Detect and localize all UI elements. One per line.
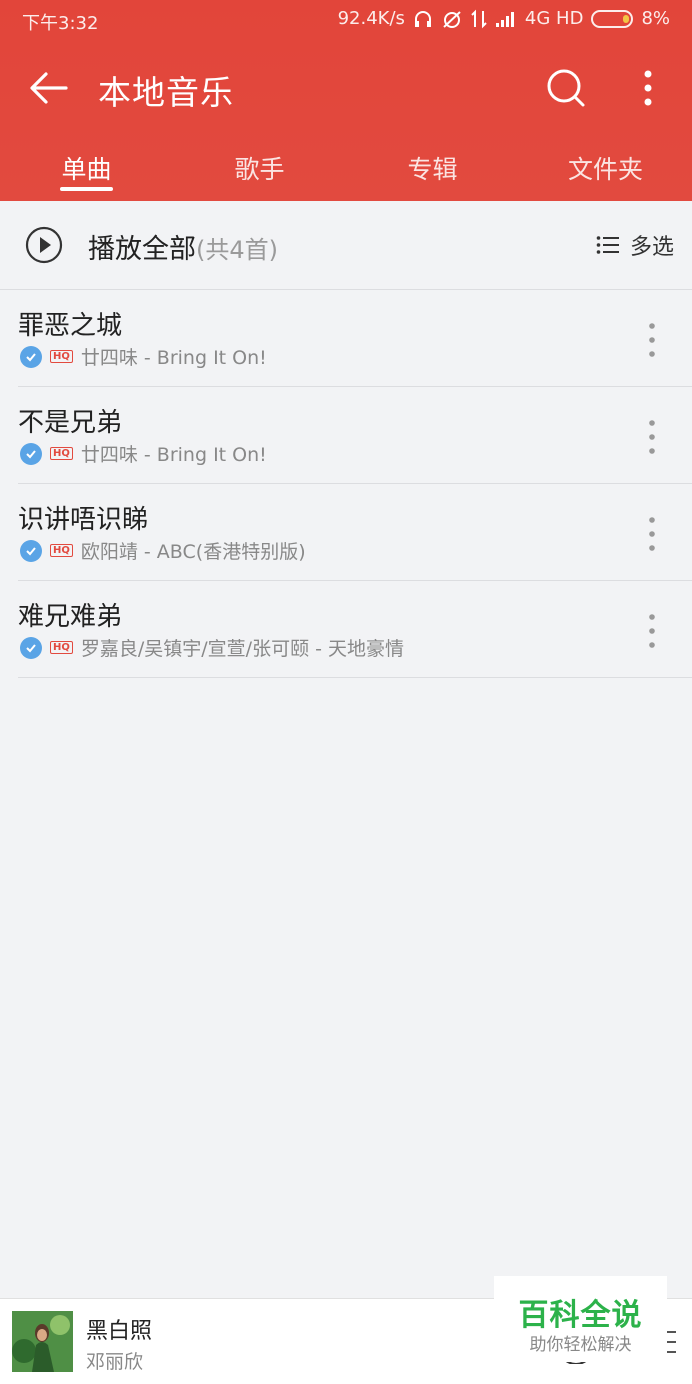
song-more-icon[interactable] [640,611,664,651]
album-cover[interactable] [12,1311,73,1372]
song-title: 难兄难弟 [18,602,123,632]
watermark-title: 百科全说 [518,1298,643,1333]
arrow-left-icon [30,72,68,104]
tab-folders[interactable]: 文件夹 [519,140,692,201]
hq-badge: HQ [50,544,73,557]
tab-bar: 单曲 歌手 专辑 文件夹 [0,140,692,201]
network-type: 4G HD [524,8,584,29]
status-time: 下午3:32 [22,13,99,34]
song-row[interactable]: 识讲唔识睇 HQ 欧阳靖 - ABC(香港特别版) [18,484,692,581]
song-more-icon[interactable] [640,320,664,360]
downloaded-check-icon [20,539,42,562]
more-button[interactable] [626,62,670,114]
multiselect-label: 多选 [629,235,674,260]
tab-label: 歌手 [234,155,285,184]
song-title: 罪恶之城 [18,311,123,341]
song-more-icon[interactable] [640,514,664,554]
song-more-icon[interactable] [640,417,664,457]
song-title: 识讲唔识睇 [18,505,149,535]
song-meta: HQ 廿四味 - Bring It On! [20,343,267,370]
hq-badge: HQ [50,641,73,654]
tab-artists[interactable]: 歌手 [173,140,346,201]
song-artist-album: 廿四味 - Bring It On! [80,444,267,466]
hq-badge: HQ [50,447,73,460]
data-transfer-icon [471,9,487,29]
song-meta: HQ 欧阳靖 - ABC(香港特别版) [20,537,306,564]
tab-label: 单曲 [61,155,112,184]
song-row[interactable]: 不是兄弟 HQ 廿四味 - Bring It On! [18,387,692,484]
song-meta: HQ 廿四味 - Bring It On! [20,440,267,467]
play-all-text: 播放全部 [88,234,196,265]
tab-indicator [60,187,113,191]
now-playing-title: 黑白照 [86,1319,153,1344]
downloaded-check-icon [20,636,42,659]
play-circle-icon[interactable] [24,225,64,265]
downloaded-check-icon [20,345,42,368]
more-vertical-icon [644,70,652,106]
tab-label: 文件夹 [567,155,643,184]
tab-singles[interactable]: 单曲 [0,140,173,201]
status-icons: 92.4K/s 4G HD 8% [338,8,670,29]
battery-icon [591,9,634,28]
song-title: 不是兄弟 [18,408,123,438]
tab-label: 专辑 [407,155,458,184]
watermark-logo: 百科全说 助你轻松解决 [494,1276,667,1362]
watermark-subtitle: 助你轻松解决 [529,1335,632,1355]
signal-icon [495,10,517,28]
now-playing-artist: 邓丽欣 [86,1351,144,1373]
downloaded-check-icon [20,442,42,465]
song-count: (共4首) [196,236,278,264]
song-artist-album: 罗嘉良/吴镇宇/宣萱/张可颐 - 天地豪情 [80,638,405,660]
hq-badge: HQ [50,350,73,363]
back-button[interactable] [22,62,74,114]
status-bar: 下午3:32 92.4K/s 4G HD 8% [0,0,692,42]
song-list: 罪恶之城 HQ 廿四味 - Bring It On! 不是兄弟 HQ 廿四味 -… [0,290,692,678]
song-row[interactable]: 罪恶之城 HQ 廿四味 - Bring It On! [18,290,692,387]
search-button[interactable] [540,62,592,114]
page-title: 本地音乐 [98,73,234,112]
top-bar: 下午3:32 92.4K/s 4G HD 8% 本地音乐 单曲 歌手 专辑 文件… [0,0,692,201]
headphone-icon [413,9,433,29]
song-meta: HQ 罗嘉良/吴镇宇/宣萱/张可颐 - 天地豪情 [20,634,404,661]
tab-albums[interactable]: 专辑 [346,140,519,201]
alarm-off-icon [441,9,463,29]
song-artist-album: 欧阳靖 - ABC(香港特别版) [80,541,306,563]
app-bar: 本地音乐 [0,42,692,132]
song-artist-album: 廿四味 - Bring It On! [80,347,267,369]
battery-level: 8% [641,8,670,29]
play-all-row[interactable]: 播放全部(共4首) 多选 [0,201,692,290]
search-icon [547,69,585,107]
list-icon [596,236,619,254]
network-speed: 92.4K/s [337,8,405,29]
play-all-label: 播放全部(共4首) [88,227,278,266]
multiselect-button[interactable]: 多选 [596,229,674,261]
song-row[interactable]: 难兄难弟 HQ 罗嘉良/吴镇宇/宣萱/张可颐 - 天地豪情 [18,581,692,678]
